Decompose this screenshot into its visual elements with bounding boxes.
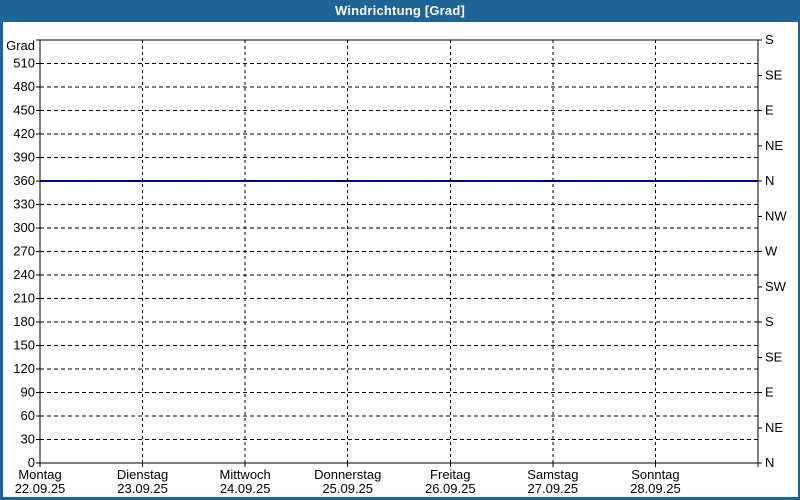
x-tick-day-date: 26.09.25 [425,481,476,496]
y-tick-label-right: NE [765,420,783,435]
x-tick-day-name: Montag [18,467,61,482]
x-tick-day-name: Freitag [430,467,470,482]
chart-canvas: Grad030609012015018021024027030033036039… [6,32,787,496]
y-tick-label-right: SE [765,349,783,364]
x-tick-day-date: 22.09.25 [15,481,66,496]
y-tick-label-right: W [765,244,778,259]
gridlines [40,40,758,463]
y-tick-label-right: SE [765,67,783,82]
y-axis-left-title: Grad [6,38,35,53]
y-tick-label-right: E [765,103,774,118]
y-tick-label-left: 360 [13,173,35,188]
y-axis-right-labels: S SE E NE N NW W SW S SE E NE N [765,32,787,470]
y-tick-label-left: 390 [13,150,35,165]
x-tick-day-name: Dienstag [117,467,168,482]
y-tick-label-left: 120 [13,361,35,376]
y-tick-label-left: 450 [13,103,35,118]
x-tick-day-date: 24.09.25 [220,481,271,496]
y-tick-label-left: 240 [13,267,35,282]
y-tick-label-right: NW [765,208,787,223]
window-title: Windrichtung [Grad] [334,3,466,18]
y-tick-label-right: SW [765,279,787,294]
x-tick-day-date: 28.09.25 [630,481,681,496]
x-tick-day-name: Mittwoch [219,467,270,482]
y-tick-label-right: NE [765,138,783,153]
x-tick-day-date: 25.09.25 [322,481,373,496]
y-tick-label-left: 300 [13,220,35,235]
y-tick-label-left: 180 [13,314,35,329]
y-tick-label-right: E [765,385,774,400]
y-tick-label-right: N [765,455,774,470]
axes-and-ticks [36,39,762,467]
y-tick-label-right: N [765,173,774,188]
chart-window: Windrichtung [Grad] Grad 0 30 60 90 120 150 180… [0,0,800,500]
y-tick-label-left: 90 [21,385,35,400]
x-tick-day-name: Sonntag [631,467,679,482]
x-tick-day-date: 23.09.25 [117,481,168,496]
y-tick-label-left: 420 [13,126,35,141]
y-tick-label-right: S [765,314,774,329]
x-tick-day-name: Donnerstag [314,467,381,482]
y-tick-label-left: 150 [13,338,35,353]
x-tick-day-date: 27.09.25 [528,481,579,496]
y-tick-label-left: 210 [13,291,35,306]
y-tick-label-left: 270 [13,244,35,259]
y-tick-label-left: 30 [21,432,35,447]
chart-area: Grad 0 30 60 90 120 150 180 210 240 270 300 330 360 39… [3,22,798,497]
y-tick-label-right: S [765,32,774,47]
y-tick-label-left: 510 [13,56,35,71]
y-tick-label-left: 60 [21,408,35,423]
x-axis-labels: Montag22.09.25 Dienstag23.09.25 Mittwoch24… [15,467,681,496]
x-tick-day-name: Samstag [527,467,578,482]
y-tick-label-left: 330 [13,197,35,212]
window-titlebar: Windrichtung [Grad] [3,0,798,22]
y-axis-left-labels: Grad030609012015018021024027030033036039… [6,38,35,470]
y-tick-label-left: 480 [13,79,35,94]
